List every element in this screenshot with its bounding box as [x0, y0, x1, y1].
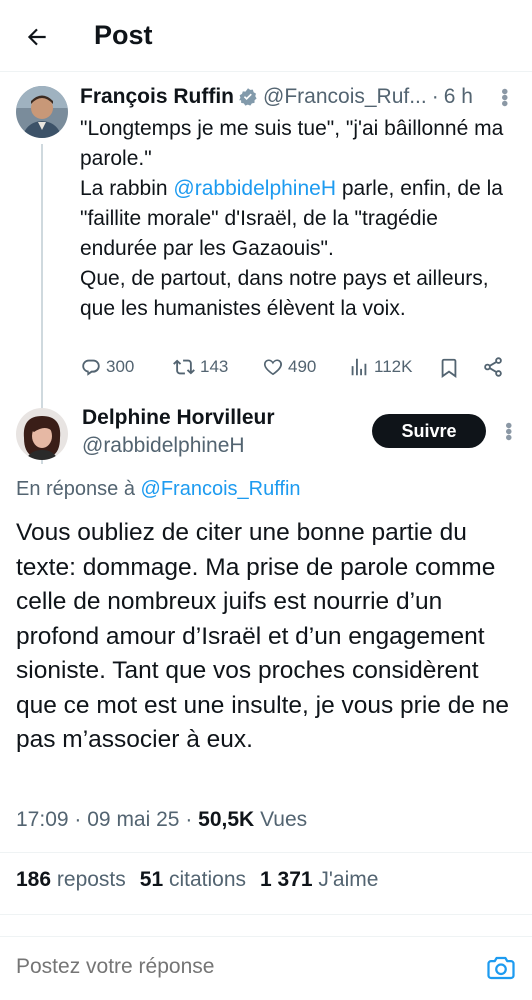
quotes-count: 51 — [139, 868, 164, 891]
top-bar: Post — [0, 0, 532, 72]
author-handle[interactable]: @Francois_Ruf... — [263, 85, 427, 109]
reply-composer — [0, 936, 532, 1000]
post-text: Vous oubliez de citer une bonne partie d… — [16, 519, 510, 753]
views-count: 50,5K — [198, 808, 255, 831]
post-meta: 17:09 · 09 mai 25 · 50,5K Vues — [16, 808, 307, 832]
likes-stat[interactable]: 1 371 J'aime — [260, 868, 378, 891]
heart-icon — [263, 359, 283, 376]
repost-icon — [173, 359, 195, 375]
views-label: Vues — [260, 808, 308, 831]
follow-button[interactable]: Suivre — [372, 414, 486, 448]
post-time[interactable]: 17:09 — [16, 808, 69, 831]
separator-dot: · — [431, 85, 439, 108]
likes-count: 1 371 — [260, 868, 313, 891]
reply-icon — [82, 359, 100, 376]
arrow-left-icon — [27, 28, 46, 46]
reply-to-link[interactable]: @Francois_Ruffin — [141, 478, 301, 500]
avatar[interactable] — [16, 86, 68, 138]
reply-input[interactable] — [16, 955, 456, 979]
reposts-stat[interactable]: 186 reposts — [16, 868, 126, 891]
author-name[interactable]: François Ruffin — [80, 85, 234, 109]
page-title: Post — [94, 20, 153, 50]
reply-context: En réponse à @Francois_Ruffin — [16, 478, 301, 501]
more-options-icon[interactable]: ••• — [497, 422, 519, 440]
post-actions: 300 143 490 112K — [80, 356, 520, 384]
camera-icon — [487, 956, 515, 980]
bar-chart-icon — [351, 358, 367, 376]
post-text-line: "Longtemps je me suis tue", "j'ai bâillo… — [80, 117, 504, 170]
divider — [0, 914, 532, 915]
back-button[interactable] — [22, 22, 52, 52]
mention-link[interactable]: @rabbidelphineH — [173, 177, 336, 200]
author-name[interactable]: Delphine Horvilleur — [82, 406, 275, 430]
reposts-count: 186 — [16, 868, 52, 891]
divider — [0, 852, 532, 853]
reply-to-prefix: En réponse à — [16, 478, 141, 500]
more-options-icon[interactable]: ••• — [493, 88, 515, 106]
quotes-stat[interactable]: 51 citations — [140, 868, 246, 891]
share-icon — [484, 357, 502, 377]
reply-count: 300 — [106, 357, 135, 376]
post-time[interactable]: 6 h — [444, 85, 473, 109]
post-text-segment: La rabbin — [80, 177, 174, 200]
like-button[interactable]: 490 — [262, 356, 316, 378]
reposts-label: reposts — [56, 868, 126, 891]
separator-dot: · — [74, 808, 82, 831]
post-text-line: Que, de partout, dans notre pays et aill… — [80, 267, 489, 320]
repost-button[interactable]: 143 — [172, 356, 228, 378]
camera-button[interactable] — [486, 953, 516, 988]
likes-label: J'aime — [318, 868, 379, 891]
avatar[interactable] — [16, 408, 68, 460]
post-date[interactable]: 09 mai 25 — [87, 808, 179, 831]
views-button[interactable]: 112K — [348, 356, 412, 378]
repost-count: 143 — [200, 357, 229, 376]
verified-badge-icon — [238, 87, 258, 107]
bookmark-icon — [441, 358, 457, 378]
reply-button[interactable]: 300 — [80, 356, 134, 378]
post-text: "Longtemps je me suis tue", "j'ai bâillo… — [80, 114, 520, 324]
post-header: François Ruffin @Francois_Ruf... · 6 h — [80, 82, 520, 112]
author-handle[interactable]: @rabbidelphineH — [82, 434, 245, 458]
post-text-line: La rabbin @rabbidelphineH parle, enfin, … — [80, 174, 520, 264]
view-count: 112K — [374, 357, 413, 376]
engagement-stats: 186 reposts 51 citations 1 371 J'aime — [16, 868, 378, 892]
share-button[interactable] — [482, 356, 508, 378]
quotes-label: citations — [168, 868, 247, 891]
separator-dot: · — [185, 808, 193, 831]
bookmark-button[interactable] — [438, 356, 464, 380]
like-count: 490 — [288, 357, 317, 376]
